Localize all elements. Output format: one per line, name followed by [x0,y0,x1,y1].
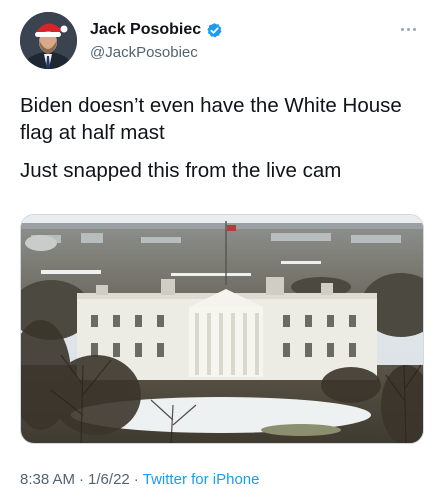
avatar[interactable] [20,12,77,69]
tweet-text: Biden doesn’t even have the White House … [20,92,420,195]
tweet-media[interactable] [20,214,424,444]
author-names: Jack Posobiec @JackPosobiec [90,20,223,61]
tweet-source-link[interactable]: Twitter for iPhone [143,471,260,488]
display-name[interactable]: Jack Posobiec [90,21,201,39]
tweet-date[interactable]: 1/6/22 [88,471,130,488]
meta-separator: · [79,471,85,488]
author-handle[interactable]: @JackPosobiec [90,44,223,61]
dot [412,27,416,31]
display-name-row: Jack Posobiec [90,20,223,40]
tweet-header: Jack Posobiec @JackPosobiec [20,12,420,74]
white-house-photo-icon [21,215,423,443]
more-options-icon[interactable] [396,22,420,36]
tweet-line-1: Biden doesn’t even have the White House … [20,94,402,144]
tweet-time[interactable]: 8:38 AM [20,471,75,488]
dot [406,27,410,31]
verified-badge-icon [207,22,222,37]
tweet-meta: 8:38 AM · 1/6/22 · Twitter for iPhone [20,471,259,488]
dot [400,27,404,31]
profile-photo-icon [20,12,77,69]
tweet-line-2: Just snapped this from the live cam [20,159,342,182]
meta-separator: · [133,471,139,488]
